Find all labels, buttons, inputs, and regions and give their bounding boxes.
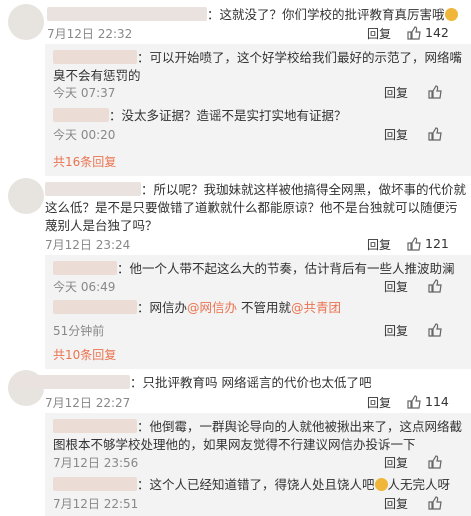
like-button[interactable] xyxy=(428,126,446,141)
more-replies-link[interactable]: 共16条回复 xyxy=(53,153,116,170)
username[interactable] xyxy=(53,419,137,433)
thumbs-up-icon xyxy=(407,237,421,251)
reply-button[interactable]: 回复 xyxy=(384,126,408,143)
like-button[interactable]: 121 xyxy=(407,236,449,251)
thumbs-up-icon xyxy=(428,85,442,99)
username[interactable] xyxy=(47,7,207,21)
reply-button[interactable]: 回复 xyxy=(384,454,408,471)
username[interactable] xyxy=(45,182,141,196)
like-button[interactable] xyxy=(428,495,446,510)
comment-text: ：所以呢？我珈妹就这样被他搞得全网黑，做坏事的代价就这么低？是不是只要做错了道歉… xyxy=(45,182,467,233)
like-count: 114 xyxy=(425,394,449,409)
username[interactable] xyxy=(53,261,117,275)
reply-button[interactable]: 回复 xyxy=(367,25,391,42)
thumbs-up-icon xyxy=(407,26,421,40)
mention-link[interactable]: @网信办 xyxy=(187,300,237,315)
username[interactable] xyxy=(53,477,137,491)
reply-text: ：这个人已经知道错了，得饶人处且饶人吧 人无完人呀 xyxy=(53,476,465,494)
reply-button[interactable]: 回复 xyxy=(384,278,408,295)
mention-link[interactable]: @共青团 xyxy=(291,300,341,315)
reply-time: 今天 06:49 xyxy=(53,280,116,294)
thumbs-up-icon xyxy=(407,395,421,409)
reply-text: ：他一个人带不起这么大的节奏，估计背后有一些人推波助澜 xyxy=(53,260,465,278)
reply-button[interactable]: 回复 xyxy=(367,394,391,411)
thumbs-up-icon xyxy=(428,127,442,141)
like-button[interactable] xyxy=(428,278,446,293)
username[interactable] xyxy=(53,50,137,64)
reply-text: ：他倒霉，一群舆论导向的人就他被揪出来了，这点网络截图根本不够学校处理他的，如果… xyxy=(53,419,463,452)
reply-button[interactable]: 回复 xyxy=(384,495,408,512)
like-count: 142 xyxy=(425,25,449,40)
username[interactable] xyxy=(53,300,137,314)
like-button[interactable] xyxy=(428,454,446,469)
comment-time: 7月12日 23:24 xyxy=(45,238,131,252)
thumbs-up-icon xyxy=(428,279,442,293)
reply-time: 今天 00:20 xyxy=(53,128,116,142)
more-replies-link[interactable]: 共10条回复 xyxy=(53,346,116,363)
thumbs-up-icon xyxy=(428,323,442,337)
like-count: 121 xyxy=(425,236,449,251)
reply-button[interactable]: 回复 xyxy=(384,84,408,101)
reply-text: ：没太多证据？造谣不是实打实地有证据？ xyxy=(53,107,465,125)
reply-button[interactable]: 回复 xyxy=(384,322,408,339)
reply-time: 7月12日 23:56 xyxy=(53,456,139,470)
comment-time: 7月12日 22:27 xyxy=(45,396,131,410)
reply-time: 51分钟前 xyxy=(53,324,105,338)
reply-time: 今天 07:37 xyxy=(53,86,116,100)
like-button[interactable] xyxy=(428,84,446,99)
comment-text: ：这就没了？你们学校的批评教育真厉害哦 xyxy=(47,6,467,24)
praying-hands-icon xyxy=(374,478,388,491)
avatar[interactable] xyxy=(8,4,44,40)
reply-time: 7月12日 22:51 xyxy=(53,497,139,511)
reply-text: ：网信办@网信办 不管用就@共青团 xyxy=(53,299,465,317)
emoji-icon xyxy=(444,8,458,21)
thumbs-up-icon xyxy=(428,455,442,469)
username[interactable] xyxy=(53,108,109,122)
comment-text: ：只批评教育吗 网络谣言的代价也太低了吧 xyxy=(14,374,469,392)
username[interactable] xyxy=(14,375,130,389)
reply-button[interactable]: 回复 xyxy=(367,236,391,253)
thumbs-up-icon xyxy=(428,496,442,510)
like-button[interactable] xyxy=(428,322,446,337)
like-button[interactable]: 142 xyxy=(407,25,449,40)
avatar[interactable] xyxy=(8,178,44,214)
reply-text: ：可以开始喷了，这个好学校给我们最好的示范了，网络嘴臭不会有惩罚的 xyxy=(53,50,463,83)
like-button[interactable]: 114 xyxy=(407,394,449,409)
comment-time: 7月12日 22:32 xyxy=(47,27,133,41)
